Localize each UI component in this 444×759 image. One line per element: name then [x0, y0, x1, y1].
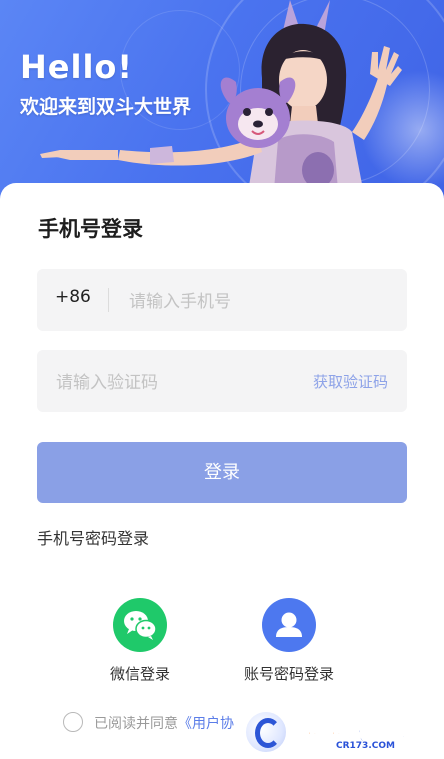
watermark: 西西软件园 CR173.COM [244, 708, 444, 756]
wechat-icon [124, 611, 157, 640]
account-login-label: 账号密码登录 [244, 665, 335, 683]
wechat-login-button[interactable] [113, 598, 167, 652]
hero-greeting: Hello! [20, 48, 133, 86]
code-input[interactable]: 请输入验证码 [56, 368, 158, 393]
hero-welcome: 欢迎来到双斗大世界 [20, 96, 192, 118]
get-code-button[interactable]: 获取验证码 [313, 371, 388, 392]
password-login-link[interactable]: 手机号密码登录 [37, 525, 149, 549]
wechat-login-label: 微信登录 [110, 665, 171, 683]
country-code[interactable]: +86 [55, 287, 91, 307]
page-title: 手机号登录 [38, 217, 143, 241]
agreement-text: 已阅读并同意《用户协 [94, 713, 234, 733]
agreement-prefix: 已阅读并同意 [94, 716, 178, 732]
code-field[interactable]: 请输入验证码 获取验证码 [37, 350, 407, 412]
watermark-brand-a: 西西 [291, 717, 341, 747]
account-login-button[interactable] [262, 598, 316, 652]
user-agreement-link[interactable]: 《用户协 [178, 716, 234, 732]
agreement-checkbox[interactable] [63, 712, 83, 732]
watermark-url: CR173.COM [336, 741, 395, 751]
phone-input[interactable]: 请输入手机号 [129, 287, 231, 312]
watermark-logo-icon [244, 710, 288, 754]
phone-field[interactable]: +86 请输入手机号 [37, 269, 407, 331]
login-button[interactable]: 登录 [37, 442, 407, 503]
hero-banner: Hello! 欢迎来到双斗大世界 [0, 0, 444, 205]
field-divider [108, 288, 109, 312]
user-icon [276, 612, 302, 637]
